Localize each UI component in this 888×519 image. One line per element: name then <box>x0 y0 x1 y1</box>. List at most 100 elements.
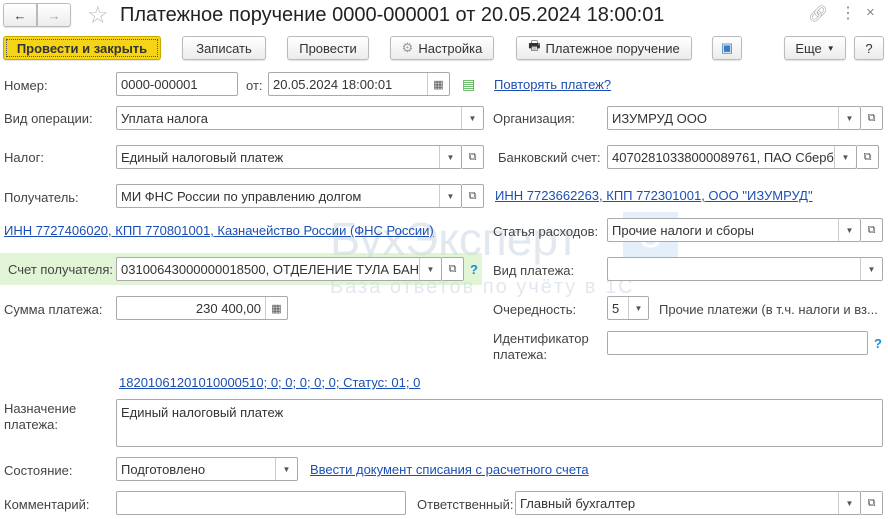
state-label: Состояние: <box>4 463 73 478</box>
purpose-textarea[interactable]: Единый налоговый платеж <box>116 399 883 447</box>
post-and-close-label: Провести и закрыть <box>16 40 148 56</box>
help-label: ? <box>865 40 873 56</box>
chevron-down-icon[interactable]: ▼ <box>461 107 483 129</box>
comment-label: Комментарий: <box>4 497 90 512</box>
expense-item-label: Статья расходов: <box>493 224 599 239</box>
chevron-down-icon[interactable]: ▼ <box>838 107 860 129</box>
purpose-label: Назначение платежа: <box>4 401 77 432</box>
gear-icon: ⚙ <box>401 40 414 55</box>
save-button[interactable]: Записать <box>182 36 266 60</box>
comment-input[interactable] <box>116 491 406 515</box>
chevron-down-icon[interactable]: ▼ <box>275 458 297 480</box>
state-select[interactable]: Подготовлено ▼ <box>116 457 298 481</box>
chevron-down-icon[interactable]: ▼ <box>628 297 648 319</box>
expense-item-value: Прочие налоги и сборы <box>612 222 755 238</box>
help-button[interactable]: ? <box>854 36 884 60</box>
chevron-down-icon: ▼ <box>826 43 835 53</box>
post-button[interactable]: Провести <box>287 36 369 60</box>
operation-type-select[interactable]: Уплата налога ▼ <box>116 106 484 130</box>
organization-details-link[interactable]: ИНН 7723662263, КПП 772301001, ООО "ИЗУМ… <box>495 188 813 203</box>
responsible-value: Главный бухгалтер <box>520 495 636 511</box>
more-label: Еще <box>795 40 822 56</box>
structure-button[interactable]: ▣ <box>712 36 742 60</box>
tax-value: Единый налоговый платеж <box>121 149 284 165</box>
recipient-account-value: 03100643000000018500, ОТДЕЛЕНИЕ ТУЛА БАН… <box>121 261 419 277</box>
priority-description: Прочие платежи (в т.ч. налоги и вз... <box>659 302 878 317</box>
post-and-close-button[interactable]: Провести и закрыть <box>3 36 161 60</box>
structure-icon: ▣ <box>720 40 734 55</box>
link-icon[interactable]: 🔗︎ <box>808 4 828 24</box>
number-label: Номер: <box>4 78 48 93</box>
bank-account-select[interactable]: 40702810338000089761, ПАО Сбербанк ▼ <box>607 145 857 169</box>
calendar-icon[interactable]: ▦ <box>427 73 449 95</box>
chevron-down-icon[interactable]: ▼ <box>838 492 860 514</box>
create-writeoff-link[interactable]: Ввести документ списания с расчетного сч… <box>310 462 589 477</box>
settings-button[interactable]: ⚙ Настройка <box>390 36 494 60</box>
responsible-select[interactable]: Главный бухгалтер ▼ <box>515 491 861 515</box>
payment-id-label: Идентификатор платежа: <box>493 331 589 362</box>
open-responsible-button[interactable]: ⧉ <box>861 491 883 515</box>
repeat-payment-link[interactable]: Повторять платеж? <box>494 77 611 92</box>
state-value: Подготовлено <box>121 461 206 477</box>
open-expense-item-button[interactable]: ⧉ <box>861 218 883 242</box>
priority-label: Очередность: <box>493 302 577 317</box>
tax-select[interactable]: Единый налоговый платеж ▼ <box>116 145 462 169</box>
bank-account-label: Банковский счет: <box>498 150 601 165</box>
bank-account-value: 40702810338000089761, ПАО Сбербанк <box>612 149 834 165</box>
document-check-icon[interactable]: ▤ <box>462 76 475 93</box>
date-input[interactable]: 20.05.2024 18:00:01 ▦ <box>268 72 450 96</box>
close-icon[interactable]: × <box>866 4 875 21</box>
chevron-down-icon[interactable]: ▼ <box>838 219 860 241</box>
open-bank-account-button[interactable]: ⧉ <box>857 145 879 169</box>
payment-id-input[interactable] <box>607 331 868 355</box>
back-button[interactable]: ← <box>3 3 37 27</box>
organization-value: ИЗУМРУД ООО <box>612 110 707 126</box>
forward-button[interactable]: → <box>37 3 71 27</box>
amount-value: 230 400,00 <box>195 300 261 316</box>
help-icon[interactable]: ? <box>470 262 478 277</box>
organization-select[interactable]: ИЗУМРУД ООО ▼ <box>607 106 861 130</box>
chevron-down-icon[interactable]: ▼ <box>419 258 441 280</box>
page-title: Платежное поручение 0000-000001 от 20.05… <box>120 4 665 26</box>
print-label: Платежное поручение <box>545 40 680 56</box>
operation-type-label: Вид операции: <box>4 111 93 126</box>
more-button[interactable]: Еще ▼ <box>784 36 846 60</box>
date-value: 20.05.2024 18:00:01 <box>273 76 393 92</box>
number-input[interactable]: 0000-000001 <box>116 72 238 96</box>
more-menu-icon[interactable]: ⋮ <box>840 3 856 23</box>
purpose-value: Единый налоговый платеж <box>121 405 284 420</box>
open-recipient-account-button[interactable]: ⧉ <box>442 257 464 281</box>
favorite-star-icon[interactable]: ☆ <box>87 1 109 30</box>
recipient-details-link[interactable]: ИНН 7727406020, КПП 770801001, Казначейс… <box>4 223 434 238</box>
print-button[interactable]: 🖶 Платежное поручение <box>516 36 692 60</box>
recipient-label: Получатель: <box>4 190 79 205</box>
recipient-select[interactable]: МИ ФНС России по управлению долгом ▼ <box>116 184 462 208</box>
open-recipient-button[interactable]: ⧉ <box>462 184 484 208</box>
payment-type-select[interactable]: ▼ <box>607 257 883 281</box>
budget-details-link[interactable]: 18201061201010000510; 0; 0; 0; 0; 0; Ста… <box>119 375 420 390</box>
operation-type-value: Уплата налога <box>121 110 208 126</box>
payment-type-label: Вид платежа: <box>493 263 575 278</box>
priority-value: 5 <box>612 300 620 316</box>
open-organization-button[interactable]: ⧉ <box>861 106 883 130</box>
number-value: 0000-000001 <box>121 76 198 92</box>
recipient-account-label: Счет получателя: <box>8 262 114 277</box>
help-icon[interactable]: ? <box>874 336 882 351</box>
amount-label: Сумма платежа: <box>4 302 103 317</box>
recipient-value: МИ ФНС России по управлению долгом <box>121 188 362 204</box>
responsible-label: Ответственный: <box>417 497 514 512</box>
chevron-down-icon[interactable]: ▼ <box>439 185 461 207</box>
chevron-down-icon[interactable]: ▼ <box>439 146 461 168</box>
expense-item-select[interactable]: Прочие налоги и сборы ▼ <box>607 218 861 242</box>
chevron-down-icon[interactable]: ▼ <box>834 146 856 168</box>
open-tax-button[interactable]: ⧉ <box>462 145 484 169</box>
organization-label: Организация: <box>493 111 576 126</box>
chevron-down-icon[interactable]: ▼ <box>860 258 882 280</box>
calculator-icon[interactable]: ▦ <box>265 297 287 319</box>
priority-select[interactable]: 5 ▼ <box>607 296 649 320</box>
save-label: Записать <box>196 40 252 56</box>
recipient-account-select[interactable]: 03100643000000018500, ОТДЕЛЕНИЕ ТУЛА БАН… <box>116 257 442 281</box>
amount-input[interactable]: 230 400,00 ▦ <box>116 296 288 320</box>
printer-icon: 🖶 <box>528 38 541 53</box>
post-label: Провести <box>299 40 357 56</box>
